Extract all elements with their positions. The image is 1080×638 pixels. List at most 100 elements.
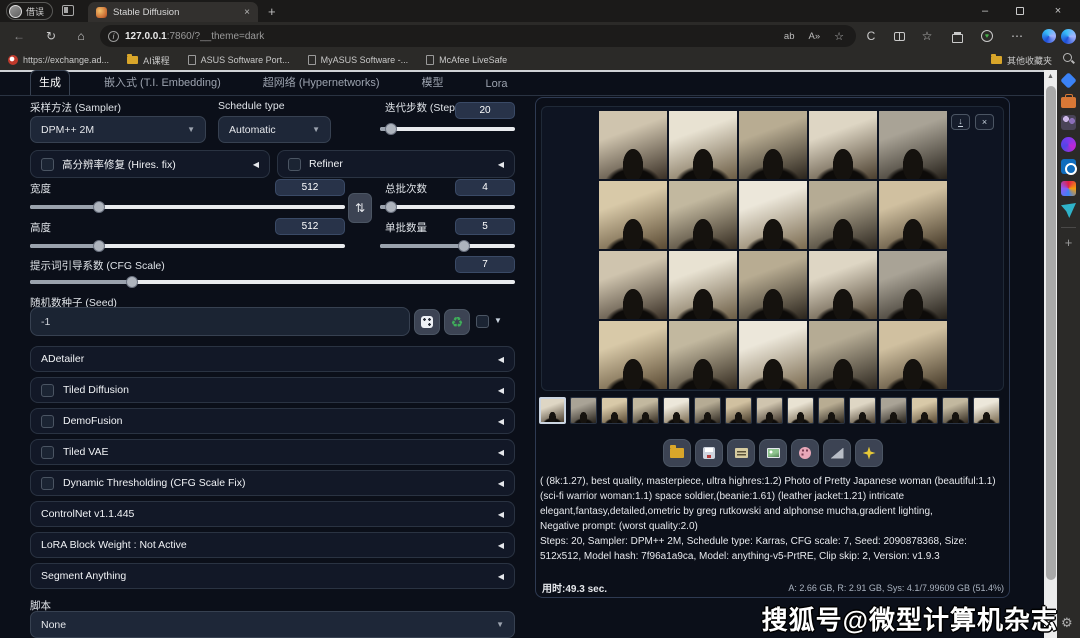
height-slider[interactable] (30, 244, 345, 248)
slider-knob[interactable] (126, 276, 138, 288)
generated-image[interactable] (739, 181, 807, 249)
gallery-thumbnail[interactable] (942, 397, 969, 424)
copilot-icon[interactable] (1040, 27, 1058, 45)
steps-value[interactable]: 20 (455, 102, 515, 119)
favorites-bar-icon[interactable]: ☆ (918, 27, 936, 45)
sidebar-add-icon[interactable]: + (1061, 235, 1076, 250)
slider-knob[interactable] (385, 201, 397, 213)
accordion-section[interactable]: Tiled Diffusion◀ (30, 377, 515, 403)
restore-button[interactable] (1005, 0, 1035, 22)
accordion-arrow-icon[interactable]: ◀ (498, 572, 504, 581)
split-screen-icon[interactable] (890, 27, 908, 45)
accordion-arrow-icon[interactable]: ◀ (498, 417, 504, 426)
search-icon[interactable] (1061, 51, 1076, 66)
cfg-value[interactable]: 7 (455, 256, 515, 273)
bookmark-item[interactable]: ASUS Software Port... (188, 55, 290, 65)
bookmark-item[interactable]: MyASUS Software -... (308, 55, 409, 65)
sampler-dropdown[interactable]: DPM++ 2M▼ (30, 116, 206, 143)
batch-count-value[interactable]: 4 (455, 179, 515, 196)
hires-checkbox[interactable] (41, 158, 54, 171)
tab-item[interactable]: Lora (478, 75, 516, 95)
generated-image[interactable] (809, 321, 877, 389)
new-tab-button[interactable]: + (268, 4, 276, 19)
upscale-button[interactable] (855, 439, 883, 467)
accordion-arrow-icon[interactable]: ◀ (498, 160, 504, 169)
generated-image[interactable] (599, 251, 667, 319)
height-value[interactable]: 512 (275, 218, 345, 235)
accordion-section[interactable]: Tiled VAE◀ (30, 439, 515, 465)
send-to-img2img-button[interactable] (759, 439, 787, 467)
browser-tab[interactable]: Stable Diffusion × (88, 2, 258, 22)
accordion-section[interactable]: LoRA Block Weight : Not Active◀ (30, 532, 515, 558)
batch-size-value[interactable]: 5 (455, 218, 515, 235)
cfg-slider[interactable] (30, 280, 515, 284)
slider-knob[interactable] (458, 240, 470, 252)
games-people-icon[interactable] (1061, 115, 1076, 130)
read-aloud-icon[interactable]: A» (805, 31, 825, 42)
schedule-dropdown[interactable]: Automatic▼ (218, 116, 331, 143)
accordion-section[interactable]: Dynamic Thresholding (CFG Scale Fix)◀ (30, 470, 515, 496)
batch-count-slider[interactable] (380, 205, 515, 209)
bookmark-item[interactable]: AI课程 (127, 54, 170, 67)
swap-dimensions-button[interactable]: ⇅ (348, 193, 372, 223)
save-image-button[interactable] (695, 439, 723, 467)
sidebar-settings-gear-icon[interactable]: ⚙ (1061, 615, 1073, 631)
generated-image[interactable] (669, 111, 737, 179)
gallery-thumbnail[interactable] (973, 397, 1000, 424)
gallery-thumbnail[interactable] (725, 397, 752, 424)
generated-image[interactable] (669, 181, 737, 249)
reuse-seed-button[interactable]: ♻ (444, 309, 470, 335)
accordion-arrow-icon[interactable]: ◀ (498, 510, 504, 519)
seed-input[interactable]: -1 (30, 307, 410, 336)
gallery-thumbnail[interactable] (880, 397, 907, 424)
more-options-icon[interactable]: ⋯ (1008, 27, 1026, 45)
open-folder-button[interactable] (663, 439, 691, 467)
script-dropdown[interactable]: None▼ (30, 611, 515, 638)
translate-icon[interactable]: ab (780, 31, 799, 42)
seed-extra-caret-icon[interactable]: ▼ (494, 316, 502, 325)
accordion-arrow-icon[interactable]: ◀ (498, 386, 504, 395)
slider-knob[interactable] (385, 123, 397, 135)
gallery-close-button[interactable]: × (975, 114, 994, 130)
section-checkbox[interactable] (41, 446, 54, 459)
workspace-icon[interactable] (62, 5, 74, 16)
generated-image[interactable] (809, 251, 877, 319)
browser-essentials-icon[interactable]: ♥ (978, 27, 996, 45)
generated-image[interactable] (809, 181, 877, 249)
section-checkbox[interactable] (41, 384, 54, 397)
close-button[interactable]: × (1043, 0, 1073, 22)
generated-image[interactable] (739, 111, 807, 179)
width-value[interactable]: 512 (275, 179, 345, 196)
back-icon[interactable]: ← (10, 27, 28, 45)
gallery-thumbnail[interactable] (787, 397, 814, 424)
generated-image[interactable] (879, 181, 947, 249)
width-slider[interactable] (30, 205, 345, 209)
extension-c-icon[interactable]: C (862, 27, 880, 45)
gallery-download-button[interactable]: ↓ (951, 114, 970, 130)
send-to-inpaint-button[interactable] (791, 439, 819, 467)
bookmark-item[interactable]: https://exchange.ad... (8, 55, 109, 65)
generated-image[interactable] (739, 321, 807, 389)
gallery-thumbnail[interactable] (756, 397, 783, 424)
scroll-up-icon[interactable]: ▲ (1044, 73, 1057, 80)
gallery-thumbnail[interactable] (663, 397, 690, 424)
accordion-section[interactable]: ControlNet v1.1.445◀ (30, 501, 515, 527)
gallery-thumbnail[interactable] (601, 397, 628, 424)
m365-icon[interactable] (1061, 137, 1076, 152)
accordion-arrow-icon[interactable]: ◀ (498, 448, 504, 457)
tab-item[interactable]: 超网络 (Hypernetworks) (255, 71, 388, 95)
slider-knob[interactable] (93, 240, 105, 252)
save-zip-button[interactable] (727, 439, 755, 467)
accordion-section[interactable]: Segment Anything◀ (30, 563, 515, 589)
accordion-arrow-icon[interactable]: ◀ (498, 541, 504, 550)
gallery-thumbnail[interactable] (539, 397, 566, 424)
gallery-thumbnail[interactable] (849, 397, 876, 424)
other-favorites[interactable]: 其他收藏夹 (991, 50, 1052, 70)
refresh-icon[interactable]: ↻ (42, 27, 60, 45)
generated-image[interactable] (599, 321, 667, 389)
slider-knob[interactable] (93, 201, 105, 213)
steps-slider[interactable] (380, 127, 515, 131)
gallery-thumbnail[interactable] (632, 397, 659, 424)
drop-icon[interactable] (1061, 203, 1076, 218)
generated-image[interactable] (879, 251, 947, 319)
